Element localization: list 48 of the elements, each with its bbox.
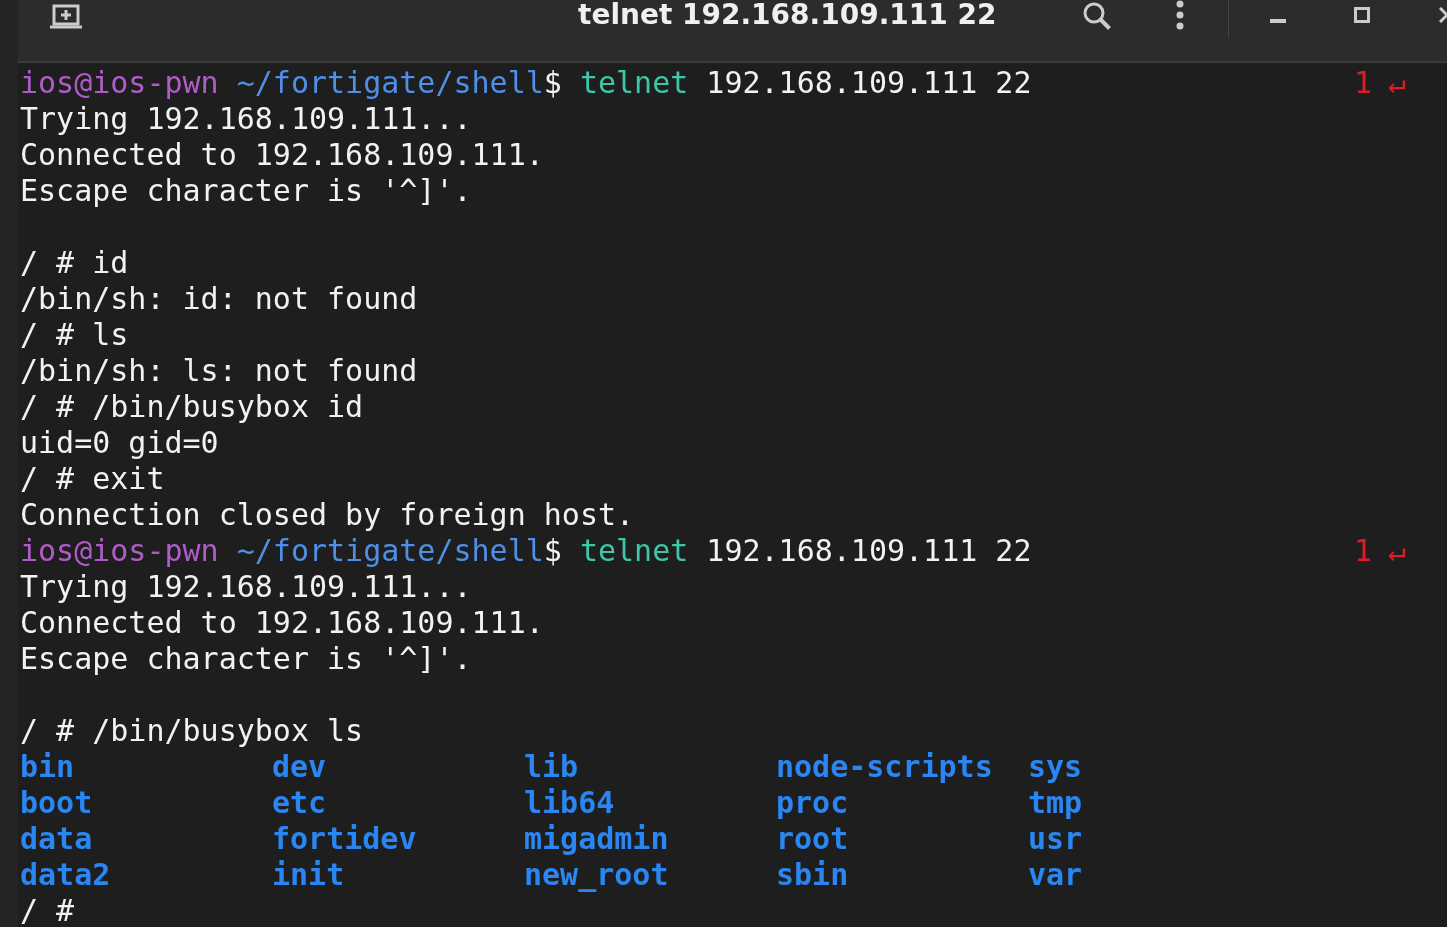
directory-name: new_root [524, 857, 670, 893]
directory-name: proc [776, 785, 850, 821]
exit-status: 1 [1354, 65, 1373, 101]
directory-name: tmp [1028, 785, 1083, 821]
directory-name: sys [1028, 749, 1083, 785]
output-line: Trying 192.168.109.111... [20, 101, 472, 137]
directory-name: usr [1028, 821, 1083, 857]
directory-name: lib64 [524, 785, 616, 821]
output-line: Escape character is '^]'. [20, 173, 472, 209]
directory-name: fortidev [272, 821, 418, 857]
output-line: / # [20, 893, 75, 927]
window-title: telnet 192.168.109.111 22 [578, 0, 997, 31]
close-icon[interactable] [1439, 7, 1447, 23]
output-line: Trying 192.168.109.111... [20, 569, 472, 605]
directory-name: root [776, 821, 850, 857]
output-line: / # /bin/busybox ls [20, 713, 364, 749]
directory-name: var [1028, 857, 1083, 893]
directory-name: sbin [776, 857, 850, 893]
directory-name: init [272, 857, 346, 893]
directory-name: etc [272, 785, 328, 821]
directory-name: data2 [20, 857, 112, 893]
output-line: / # id [20, 245, 129, 281]
output-line: uid=0 gid=0 [20, 425, 219, 461]
directory-name: dev [272, 749, 328, 785]
return-mark: ↵ [1388, 65, 1407, 101]
directory-name: bin [20, 749, 76, 785]
directory-name: lib [524, 749, 580, 785]
directory-name: data [20, 821, 94, 857]
return-mark: ↵ [1388, 533, 1407, 569]
directory-name: node-scripts [776, 749, 994, 785]
output-line: /bin/sh: id: not found [20, 281, 418, 317]
output-line: /bin/sh: ls: not found [20, 353, 418, 389]
output-line: / # ls [20, 317, 129, 353]
prompt-line: ios@ios-pwn ~/fortigate/shell$ telnet 192.168.109.111 22 [20, 65, 1032, 101]
new-tab-icon[interactable] [50, 4, 82, 30]
directory-name: migadmin [524, 821, 670, 857]
output-line: Connection closed by foreign host. [20, 497, 635, 533]
output-line: Connected to 192.168.109.111. [20, 605, 544, 641]
output-line: / # /bin/busybox id [20, 389, 364, 425]
search-icon[interactable] [1082, 1, 1112, 31]
output-line: / # exit [20, 461, 165, 497]
maximize-icon[interactable] [1354, 7, 1370, 23]
directory-name: boot [20, 785, 94, 821]
output-line: Connected to 192.168.109.111. [20, 137, 544, 173]
menu-icon[interactable] [1176, 0, 1184, 30]
prompt-line: ios@ios-pwn ~/fortigate/shell$ telnet 192.168.109.111 22 [20, 533, 1032, 569]
exit-status: 1 [1354, 533, 1373, 569]
output-line: Escape character is '^]'. [20, 641, 472, 677]
